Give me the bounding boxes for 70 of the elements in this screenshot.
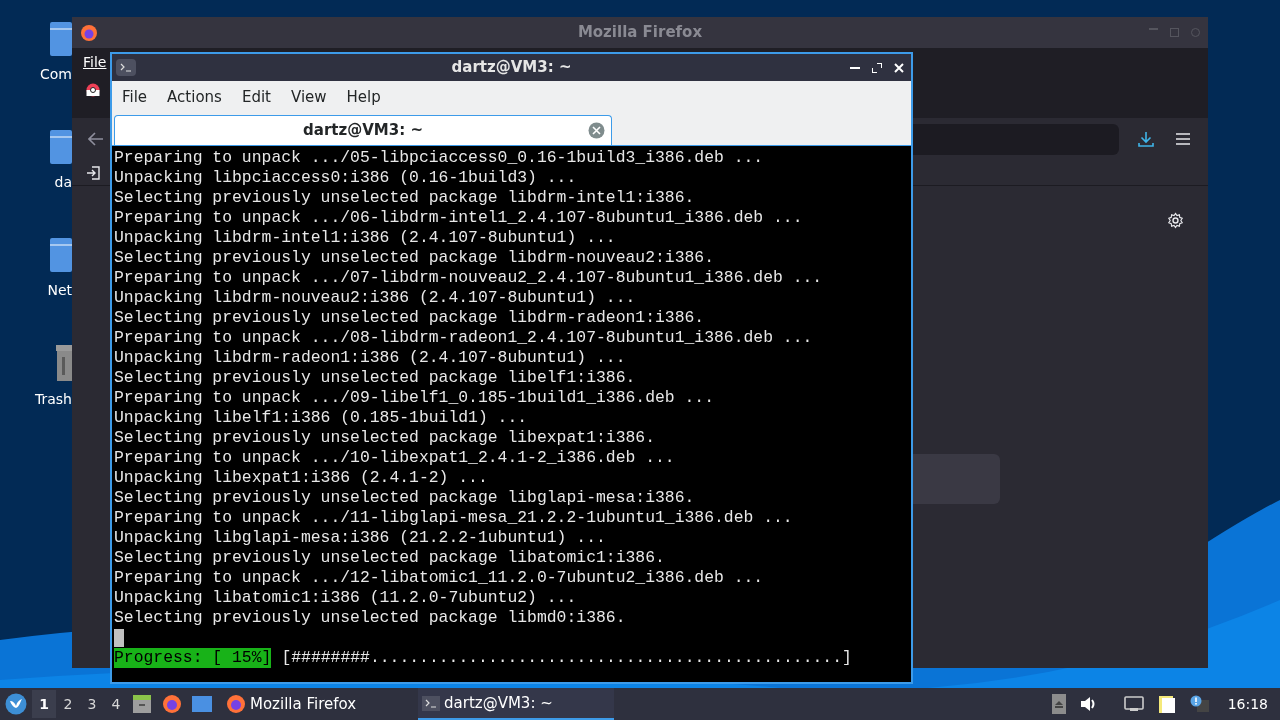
workspace-button[interactable]: 3: [80, 690, 104, 718]
download-icon[interactable]: [1138, 131, 1154, 147]
window-title: dartz@VM3: ~: [450, 57, 573, 79]
terminal-line: Selecting previously unselected package libelf1:i386.: [114, 368, 636, 388]
workspace-button[interactable]: 1: [32, 690, 56, 718]
terminal-line: Preparing to unpack .../10-libexpat1_2.4.1-2_i386.deb ...: [114, 448, 675, 468]
terminal-icon: [116, 59, 136, 76]
menu-item[interactable]: File: [122, 85, 148, 109]
terminal-line: Selecting previously unselected package libdrm-intel1:i386.: [114, 188, 695, 208]
browser-logo-icon[interactable]: [162, 694, 182, 714]
desktop-icon-label[interactable]: Com: [40, 64, 72, 85]
eject-icon[interactable]: [1051, 694, 1066, 714]
progress-text: [########................................................]: [281, 648, 852, 668]
window-title: Mozilla Firefox: [576, 22, 704, 44]
menu-item[interactable]: Actions: [167, 85, 222, 109]
browser-logo-icon: [80, 23, 98, 42]
desktop-icon-label[interactable]: da: [54, 172, 72, 193]
pocket-icon[interactable]: [86, 83, 100, 97]
workspace-button[interactable]: 4: [104, 690, 128, 718]
menu-item[interactable]: View: [290, 85, 327, 109]
terminal-line: Unpacking libdrm-radeon1:i386 (2.4.107-8ubuntu1) ...: [114, 348, 626, 368]
terminal-line: Preparing to unpack .../09-libelf1_0.185-1build1_i386.deb ...: [114, 388, 714, 408]
menu-item[interactable]: File: [83, 52, 107, 73]
terminal-line: Preparing to unpack .../08-libdrm-radeon1_2.4.107-8ubuntu1_i386.deb ...: [114, 328, 813, 348]
terminal-line: Unpacking libelf1:i386 (0.185-1build1) ...: [114, 408, 528, 428]
settings-icon[interactable]: [1167, 212, 1184, 229]
terminal-line: Preparing to unpack .../06-libdrm-intel1_2.4.107-8ubuntu1_i386.deb ...: [114, 208, 803, 228]
terminal-line: Selecting previously unselected package libdrm-nouveau2:i386.: [114, 248, 714, 268]
terminal-line: Unpacking libdrm-intel1:i386 (2.4.107-8ubuntu1) ...: [114, 228, 616, 248]
network-icon[interactable]: [1123, 696, 1144, 712]
back-arrow-icon[interactable]: [88, 132, 104, 146]
start-menu-icon[interactable]: [5, 693, 27, 715]
terminal-line: Selecting previously unselected package libdrm-radeon1:i386.: [114, 308, 705, 328]
menu-item[interactable]: Help: [346, 85, 381, 109]
clock[interactable]: 16:18: [1227, 693, 1268, 715]
desktop-icon-label[interactable]: Net: [47, 280, 72, 301]
terminal-line: Selecting previously unselected package libglapi-mesa:i386.: [114, 488, 695, 508]
text-cursor: [114, 629, 124, 647]
folder-icon: [50, 130, 72, 164]
terminal-line: Unpacking libdrm-nouveau2:i386 (2.4.107-8ubuntu1) ...: [114, 288, 636, 308]
notification-icon[interactable]: [1189, 695, 1210, 713]
window-icon[interactable]: [192, 695, 212, 713]
file-cabinet-icon[interactable]: [132, 694, 152, 714]
terminal-tab[interactable]: dartz@VM3: ~: [114, 115, 612, 145]
terminal-line: Unpacking libatomic1:i386 (11.2.0-7ubuntu2) ...: [114, 588, 577, 608]
task-button[interactable]: Mozilla Firefox: [222, 688, 412, 720]
terminal-line: Preparing to unpack .../12-libatomic1_11.2.0-7ubuntu2_i386.deb ...: [114, 568, 764, 588]
trash-icon: [56, 345, 72, 381]
close-tab-icon[interactable]: [588, 122, 605, 139]
desktop-icon-label[interactable]: Trash: [35, 389, 72, 410]
terminal-icon: [422, 695, 440, 711]
terminal-line: Selecting previously unselected package libexpat1:i386.: [114, 428, 655, 448]
terminal-line: Unpacking libglapi-mesa:i386 (21.2.2-1ubuntu1) ...: [114, 528, 606, 548]
browser-logo-icon: [226, 694, 246, 714]
sign-in-icon[interactable]: [86, 165, 100, 180]
workspace-button[interactable]: 2: [56, 690, 80, 718]
computer-icon: [50, 22, 72, 56]
menu-icon[interactable]: [1176, 133, 1190, 145]
menu-item[interactable]: Edit: [241, 85, 271, 109]
folder-icon: [50, 238, 72, 272]
progress-label: Progress: [ 15%]: [114, 648, 272, 668]
terminal-line: Preparing to unpack .../07-libdrm-nouveau2_2.4.107-8ubuntu1_i386.deb ...: [114, 268, 823, 288]
terminal-line: Preparing to unpack .../11-libglapi-mesa_21.2.2-1ubuntu1_i386.deb ...: [114, 508, 793, 528]
terminal-line: Unpacking libexpat1:i386 (2.4.1-2) ...: [114, 468, 488, 488]
terminal-line: Selecting previously unselected package libmd0:i386.: [114, 608, 626, 628]
terminal-line: Preparing to unpack .../05-libpciaccess0_0.16-1build3_i386.deb ...: [114, 148, 764, 168]
terminal-line: Unpacking libpciaccess0:i386 (0.16-1build3) ...: [114, 168, 577, 188]
clipboard-icon[interactable]: [1157, 694, 1176, 714]
terminal-line: Selecting previously unselected package libatomic1:i386.: [114, 548, 665, 568]
task-button[interactable]: dartz@VM3: ~: [418, 688, 614, 720]
